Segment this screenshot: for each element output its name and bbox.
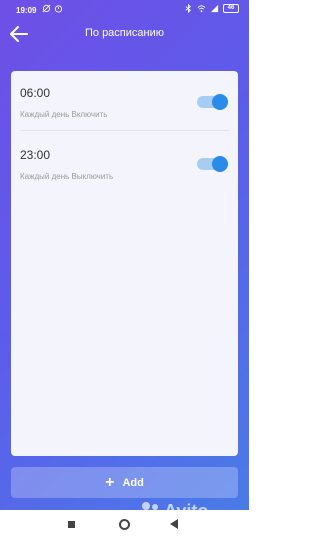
watermark-text: Avito	[164, 500, 209, 521]
divider	[20, 130, 229, 131]
status-time: 19:09	[16, 6, 37, 15]
battery-level: 46	[227, 5, 235, 11]
battery-icon: 46	[223, 4, 239, 13]
status-icons-right: 46	[184, 4, 239, 13]
avito-watermark: Avito	[140, 500, 208, 522]
add-button[interactable]: + Add	[11, 467, 238, 498]
schedule-toggle[interactable]	[197, 94, 228, 110]
plus-icon: +	[105, 473, 115, 491]
schedule-description: Каждый день Выключить	[20, 172, 114, 181]
signal-icon	[210, 4, 219, 13]
toggle-knob	[212, 156, 228, 172]
status-icons-left	[42, 4, 63, 13]
app-screen: 19:09 46 По расписанию 06:00 Каждый день…	[0, 0, 249, 510]
system-nav-bar	[0, 510, 249, 540]
schedule-time: 06:00	[20, 86, 51, 100]
alarm-off-icon	[42, 4, 51, 13]
schedule-description: Каждый день Включить	[20, 110, 108, 119]
page-title: По расписанию	[84, 27, 164, 39]
app-bar: По расписанию	[0, 20, 249, 48]
toggle-knob	[212, 94, 228, 110]
home-icon[interactable]	[119, 519, 130, 530]
alarm-icon	[54, 5, 63, 13]
bluetooth-icon	[185, 4, 191, 13]
status-bar: 19:09 46	[0, 0, 249, 20]
wifi-icon	[197, 5, 206, 13]
schedule-item[interactable]: 06:00 Каждый день Включить	[11, 85, 238, 141]
add-button-label: Add	[122, 476, 144, 489]
schedule-item[interactable]: 23:00 Каждый день Выключить	[11, 147, 238, 203]
schedule-toggle[interactable]	[197, 156, 228, 172]
schedule-card: 06:00 Каждый день Включить 23:00 Каждый …	[11, 71, 238, 456]
recents-icon[interactable]	[68, 521, 75, 528]
avito-logo-icon	[140, 500, 162, 522]
schedule-time: 23:00	[20, 148, 51, 162]
